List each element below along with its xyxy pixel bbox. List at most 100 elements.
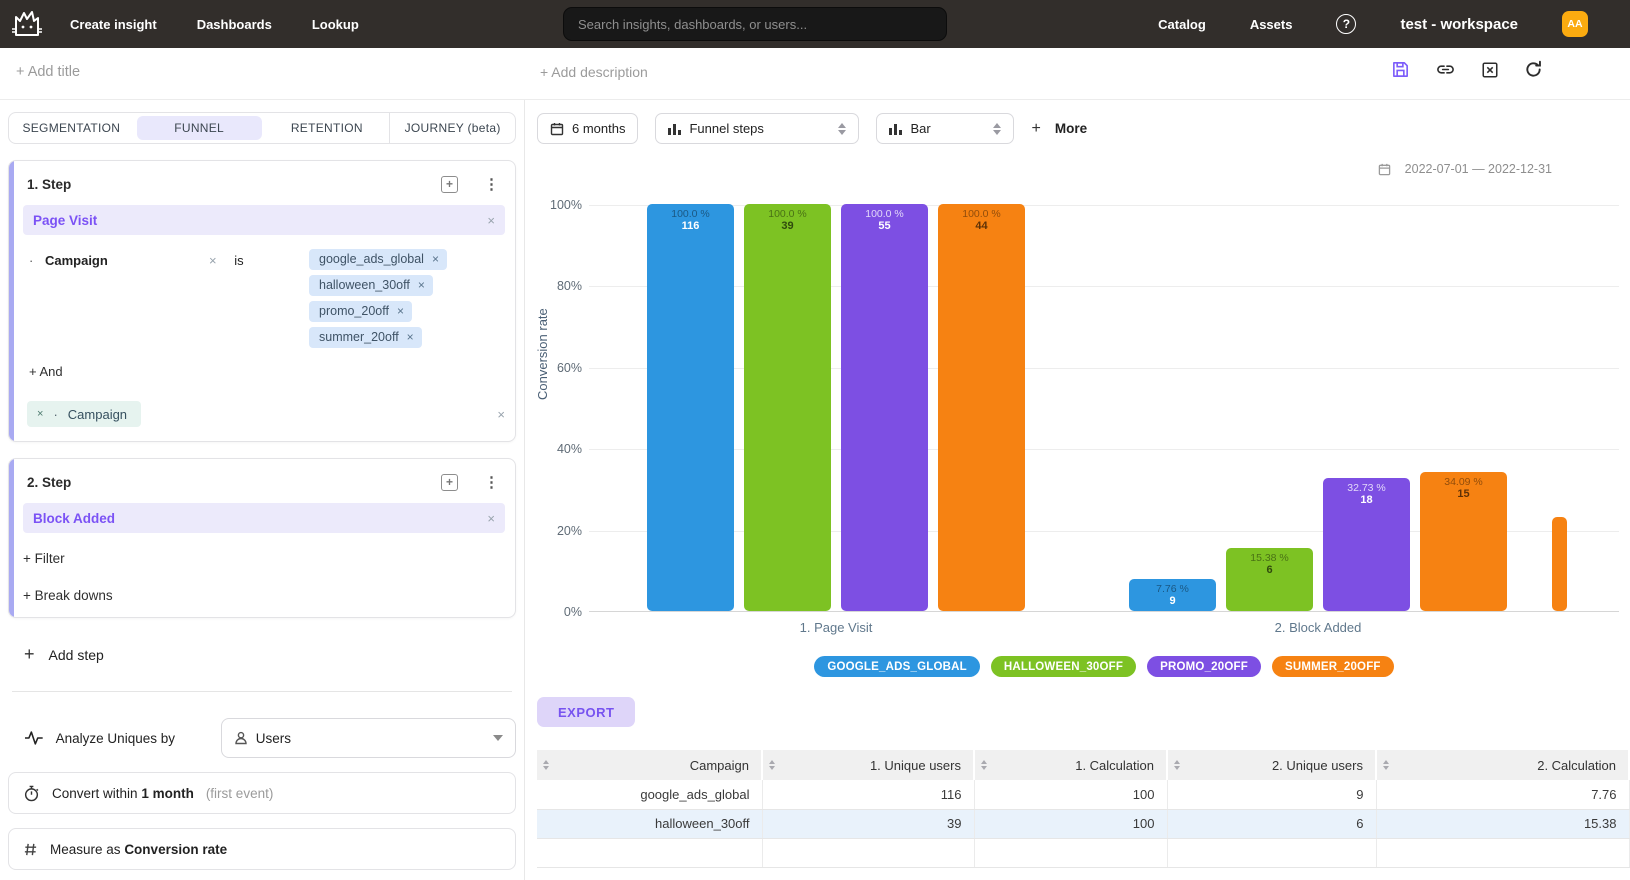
sort-icon[interactable] <box>769 760 775 770</box>
funnel-bar[interactable]: 32.73 %18 <box>1323 478 1410 611</box>
remove-tag-icon[interactable]: × <box>432 252 439 266</box>
remove-tag-icon[interactable]: × <box>407 330 414 344</box>
remove-tag-icon[interactable]: × <box>397 304 404 318</box>
funnel-bar[interactable]: 100.0 %44 <box>938 204 1025 611</box>
measure-as-label: Measure as <box>50 842 121 857</box>
add-title-button[interactable]: + Add title <box>16 64 80 80</box>
table-cell <box>1167 838 1376 867</box>
duplicate-step-icon[interactable]: + <box>441 176 458 193</box>
filter-operator[interactable]: is <box>234 253 243 268</box>
refresh-icon[interactable] <box>1524 60 1543 79</box>
tab-segmentation[interactable]: SEGMENTATION <box>9 113 134 143</box>
event-name: Page Visit <box>33 213 487 228</box>
column-header-label: Campaign <box>555 758 749 773</box>
chart-type-select[interactable]: Bar <box>876 113 1014 144</box>
remove-filter-icon[interactable]: × <box>209 253 217 268</box>
table-column-header[interactable]: 1. Unique users <box>762 750 974 780</box>
y-axis-tick: 0% <box>564 605 582 619</box>
funnel-bar[interactable]: 34.09 %15 <box>1420 472 1507 611</box>
funnel-step-2-card: 2. Step + ⋮ Block Added × + Filter + Bre… <box>8 458 516 618</box>
table-column-header[interactable]: Campaign <box>537 750 762 780</box>
bar-percent-label: 100.0 % <box>647 208 734 220</box>
nav-item-dashboards[interactable]: Dashboards <box>197 17 272 32</box>
conversion-window-setting[interactable]: Convert within 1 month (first event) <box>8 772 516 814</box>
tab-retention[interactable]: RETENTION <box>265 113 390 143</box>
x-axis-category-label: 2. Block Added <box>1275 620 1362 635</box>
sort-icon[interactable] <box>1383 760 1389 770</box>
filter-value-tag[interactable]: summer_20off× <box>309 327 422 348</box>
filter-property[interactable]: Campaign <box>45 253 108 268</box>
nav-item-assets[interactable]: Assets <box>1250 17 1293 32</box>
sort-icon[interactable] <box>1174 760 1180 770</box>
funnel-bar[interactable]: 100.0 %39 <box>744 204 831 611</box>
legend-pill[interactable]: SUMMER_20OFF <box>1272 656 1394 677</box>
event-row[interactable]: Page Visit × <box>23 205 505 235</box>
add-description-button[interactable]: + Add description <box>540 64 648 80</box>
duplicate-step-icon[interactable]: + <box>441 474 458 491</box>
remove-breakdown-icon[interactable]: × <box>37 408 43 420</box>
bar-labels: 7.76 %9 <box>1129 583 1216 607</box>
bar-labels: 34.09 %15 <box>1420 476 1507 500</box>
funnel-bar-chart: 100.0 %116100.0 %39100.0 %55100.0 %447.7… <box>589 205 1619 612</box>
remove-tag-icon[interactable]: × <box>418 278 425 292</box>
breakdown-chip[interactable]: × · Campaign <box>27 401 141 427</box>
close-box-icon[interactable] <box>1481 61 1499 79</box>
more-options-button[interactable]: + More <box>1031 120 1087 138</box>
add-and-condition[interactable]: + And <box>29 364 505 379</box>
legend-pill[interactable]: HALLOWEEN_30OFF <box>991 656 1136 677</box>
funnel-bar[interactable]: 15.38 %6 <box>1226 548 1313 611</box>
add-breakdown-button[interactable]: + Break downs <box>23 588 505 603</box>
remove-event-icon[interactable]: × <box>487 511 495 526</box>
tab-journey[interactable]: JOURNEY (beta) <box>389 113 515 143</box>
nav-item-lookup[interactable]: Lookup <box>312 17 359 32</box>
event-row[interactable]: Block Added × <box>23 503 505 533</box>
link-icon[interactable] <box>1435 60 1456 79</box>
avatar[interactable]: AA <box>1562 11 1588 37</box>
view-type-select[interactable]: Funnel steps <box>655 113 859 144</box>
filter-value-tag[interactable]: promo_20off× <box>309 301 412 322</box>
date-range-button[interactable]: 6 months <box>537 113 638 144</box>
funnel-bar[interactable]: 100.0 %55 <box>841 204 928 611</box>
table-cell <box>1376 838 1629 867</box>
bar-percent-label: 100.0 % <box>841 208 928 220</box>
sort-icon[interactable] <box>981 760 987 770</box>
bullet-icon: · <box>53 407 57 422</box>
add-step-button[interactable]: + Add step <box>24 644 516 665</box>
funnel-bar[interactable]: 100.0 %116 <box>647 204 734 611</box>
search-input[interactable] <box>563 7 947 41</box>
analyze-entity-select[interactable]: Users <box>221 718 516 758</box>
bar-count-label: 44 <box>938 220 1025 232</box>
nav-item-create-insight[interactable]: Create insight <box>70 17 157 32</box>
convert-window-value: 1 month <box>141 786 194 801</box>
legend-pill[interactable]: PROMO_20OFF <box>1147 656 1261 677</box>
table-row[interactable] <box>537 838 1629 867</box>
remove-breakdown-row-icon[interactable]: × <box>497 407 505 422</box>
export-button[interactable]: EXPORT <box>537 697 635 727</box>
chart-panel: 6 months Funnel steps Bar + More <box>525 100 1630 880</box>
funnel-bar[interactable]: 7.76 %9 <box>1129 579 1216 611</box>
table-column-header[interactable]: 1. Calculation <box>974 750 1167 780</box>
workspace-name[interactable]: test - workspace <box>1400 16 1518 33</box>
remove-event-icon[interactable]: × <box>487 213 495 228</box>
table-row[interactable]: halloween_30off39100615.38 <box>537 809 1629 838</box>
tab-funnel[interactable]: FUNNEL <box>137 116 262 140</box>
table-row[interactable]: google_ads_global11610097.76 <box>537 780 1629 809</box>
filter-value-tag[interactable]: halloween_30off× <box>309 275 433 296</box>
sort-icon[interactable] <box>543 760 549 770</box>
step-menu-icon[interactable]: ⋮ <box>480 473 503 491</box>
save-icon[interactable] <box>1391 60 1410 79</box>
filter-value-tag[interactable]: google_ads_global× <box>309 249 447 270</box>
app-logo-cat-icon[interactable] <box>10 9 44 39</box>
table-cell: 7.76 <box>1376 780 1629 809</box>
nav-item-catalog[interactable]: Catalog <box>1158 17 1206 32</box>
table-column-header[interactable]: 2. Calculation <box>1376 750 1629 780</box>
measure-as-setting[interactable]: Measure as Conversion rate <box>8 828 516 870</box>
add-filter-button[interactable]: + Filter <box>23 551 505 566</box>
help-icon[interactable]: ? <box>1336 14 1356 34</box>
table-column-header[interactable]: 2. Unique users <box>1167 750 1376 780</box>
measure-value: Conversion rate <box>124 842 227 857</box>
step-menu-icon[interactable]: ⋮ <box>480 175 503 193</box>
bullet-icon: · <box>29 253 33 268</box>
bar-count-label: 116 <box>647 220 734 232</box>
legend-pill[interactable]: GOOGLE_ADS_GLOBAL <box>814 656 980 677</box>
